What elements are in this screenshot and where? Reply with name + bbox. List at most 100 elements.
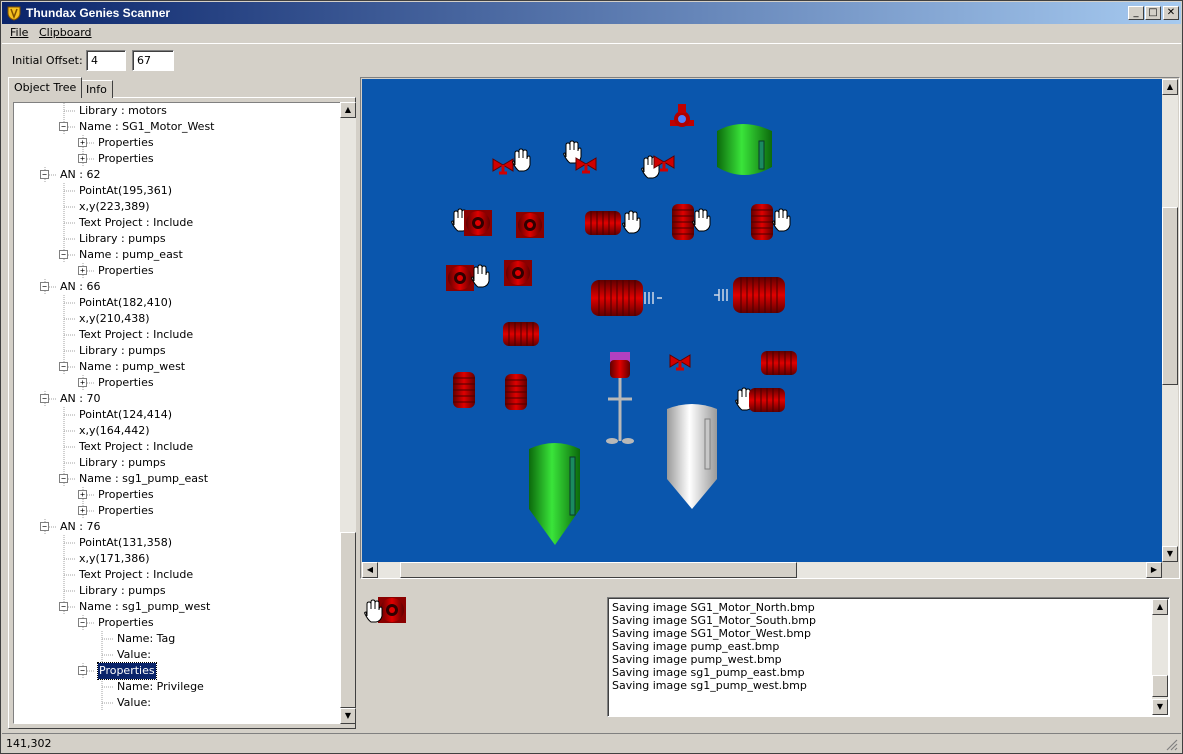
tree-node[interactable]: Library : motors — [79, 103, 167, 119]
tree-node[interactable]: Value: — [117, 647, 151, 663]
collapse-icon[interactable]: − — [40, 282, 49, 291]
tree-node[interactable]: Name : pump_west — [79, 359, 185, 375]
expand-icon[interactable]: + — [78, 378, 87, 387]
tree-node[interactable]: Library : pumps — [79, 583, 166, 599]
expand-icon[interactable]: + — [78, 266, 87, 275]
tree-scroll-down-button[interactable]: ▼ — [340, 708, 356, 724]
tree-node[interactable]: AN : 66 — [60, 279, 100, 295]
tab-info[interactable]: Info — [80, 80, 113, 98]
maximize-button[interactable]: □ — [1145, 6, 1161, 20]
tree-node[interactable]: x,y(164,442) — [79, 423, 150, 439]
tree-node[interactable]: Properties — [98, 135, 154, 151]
tree-node[interactable]: x,y(171,386) — [79, 551, 150, 567]
tree-node[interactable]: Properties — [98, 151, 154, 167]
expand-icon[interactable]: + — [78, 506, 87, 515]
collapse-icon[interactable]: − — [59, 362, 68, 371]
expand-icon[interactable]: + — [78, 154, 87, 163]
collapse-icon[interactable]: − — [78, 618, 87, 627]
tree-node[interactable]: Properties — [98, 503, 154, 519]
tree-node[interactable]: Library : pumps — [79, 343, 166, 359]
tree-node[interactable]: Name : sg1_pump_east — [79, 471, 208, 487]
tree-scrollbar[interactable]: ▲ ▼ — [340, 102, 356, 724]
canvas-scroll-up-button[interactable]: ▲ — [1162, 79, 1178, 95]
title-bar[interactable]: Thundax Genies Scanner _ □ ✕ — [2, 2, 1181, 24]
tree-node[interactable]: PointAt(182,410) — [79, 295, 172, 311]
tree-node[interactable]: Name: Privilege — [117, 679, 204, 695]
tree-node[interactable]: Name: Tag — [117, 631, 175, 647]
log-scroll-thumb[interactable] — [1152, 675, 1168, 697]
motor-big-right — [714, 276, 786, 314]
tree-node[interactable]: Text Project : Include — [79, 567, 193, 583]
left-panel: Library : motors − Name : SG1_Motor_West + P… — [5, 77, 357, 729]
log-scrollbar[interactable]: ▲ ▼ — [1152, 599, 1168, 715]
collapse-icon[interactable]: − — [59, 474, 68, 483]
tab-object-tree[interactable]: Object Tree — [8, 77, 83, 98]
canvas-h-scrollbar[interactable]: ◀ ▶ — [362, 562, 1162, 578]
tree-node[interactable]: AN : 70 — [60, 391, 100, 407]
canvas-scroll-down-button[interactable]: ▼ — [1162, 546, 1178, 562]
tree-node[interactable]: Library : pumps — [79, 231, 166, 247]
tree-node[interactable]: Name : sg1_pump_west — [79, 599, 210, 615]
tree-node[interactable]: Text Project : Include — [79, 327, 193, 343]
collapse-icon[interactable]: − — [40, 394, 49, 403]
collapse-icon[interactable]: − — [59, 250, 68, 259]
offset-x-input[interactable]: 4 — [86, 50, 126, 71]
tree-node[interactable]: Name : pump_east — [79, 247, 183, 263]
expand-icon[interactable]: + — [78, 490, 87, 499]
close-button[interactable]: ✕ — [1163, 6, 1179, 20]
object-tree[interactable]: Library : motors − Name : SG1_Motor_West + P… — [13, 102, 349, 724]
tree-node[interactable]: Properties — [98, 263, 154, 279]
green-tank-small — [717, 124, 772, 175]
collapse-icon[interactable]: − — [40, 522, 49, 531]
canvas-h-scroll-thumb[interactable] — [400, 562, 797, 578]
tree-node[interactable]: x,y(223,389) — [79, 199, 150, 215]
tree-node[interactable]: Text Project : Include — [79, 215, 193, 231]
expand-icon[interactable]: + — [78, 138, 87, 147]
offset-y-input[interactable]: 67 — [132, 50, 174, 71]
tree-node[interactable]: Properties — [98, 375, 154, 391]
minimize-button[interactable]: _ — [1128, 6, 1144, 20]
canvas-v-scroll-thumb[interactable] — [1162, 207, 1178, 385]
log-line: Saving image sg1_pump_west.bmp — [612, 679, 807, 692]
tree-node[interactable]: Text Project : Include — [79, 439, 193, 455]
tree-node[interactable]: Value: — [117, 695, 151, 711]
tree-node[interactable]: Properties — [98, 487, 154, 503]
log-line: Saving image SG1_Motor_North.bmp — [612, 601, 815, 614]
shield-logo-icon — [7, 6, 21, 21]
log-line: Saving image pump_west.bmp — [612, 653, 782, 666]
log-lines: Saving image SG1_Motor_North.bmp Saving i… — [612, 601, 816, 692]
bottom-area: Saving image SG1_Motor_North.bmp Saving i… — [360, 581, 1180, 731]
log-scroll-up-button[interactable]: ▲ — [1152, 599, 1168, 615]
tree-scroll-thumb[interactable] — [340, 532, 356, 708]
app-window: Thundax Genies Scanner _ □ ✕ File Clipbo… — [0, 0, 1183, 754]
canvas-v-scrollbar[interactable]: ▲ ▼ — [1162, 79, 1178, 562]
offset-label: Initial Offset: — [12, 54, 83, 67]
log-line: Saving image pump_east.bmp — [612, 640, 780, 653]
resize-grip-icon[interactable] — [1164, 737, 1178, 751]
diagram-canvas[interactable] — [362, 79, 1162, 562]
log-memo[interactable]: Saving image SG1_Motor_North.bmp Saving i… — [607, 597, 1170, 717]
tree-scroll-up-button[interactable]: ▲ — [340, 102, 356, 118]
collapse-icon[interactable]: − — [59, 122, 68, 131]
menu-file[interactable]: File — [10, 26, 28, 39]
tree-node[interactable]: PointAt(131,358) — [79, 535, 172, 551]
collapse-icon[interactable]: − — [59, 602, 68, 611]
log-scroll-down-button[interactable]: ▼ — [1152, 699, 1168, 715]
log-line: Saving image sg1_pump_east.bmp — [612, 666, 805, 679]
menu-clipboard[interactable]: Clipboard — [39, 26, 92, 39]
collapse-icon[interactable]: − — [78, 666, 87, 675]
tree-node[interactable]: Library : pumps — [79, 455, 166, 471]
tree-node[interactable]: AN : 62 — [60, 167, 100, 183]
canvas-scroll-left-button[interactable]: ◀ — [362, 562, 378, 578]
canvas-scroll-right-button[interactable]: ▶ — [1146, 562, 1162, 578]
tree-node[interactable]: Properties — [98, 615, 154, 631]
tree-node[interactable]: PointAt(195,361) — [79, 183, 172, 199]
tree-node[interactable]: Name : SG1_Motor_West — [79, 119, 215, 135]
tree-node[interactable]: AN : 76 — [60, 519, 100, 535]
tree-node[interactable]: x,y(210,438) — [79, 311, 150, 327]
collapse-icon[interactable]: − — [40, 170, 49, 179]
log-line: Saving image SG1_Motor_South.bmp — [612, 614, 816, 627]
tree-node[interactable]: Properties — [97, 662, 157, 680]
tree-node[interactable]: PointAt(124,414) — [79, 407, 172, 423]
status-coords: 141,302 — [6, 737, 52, 750]
